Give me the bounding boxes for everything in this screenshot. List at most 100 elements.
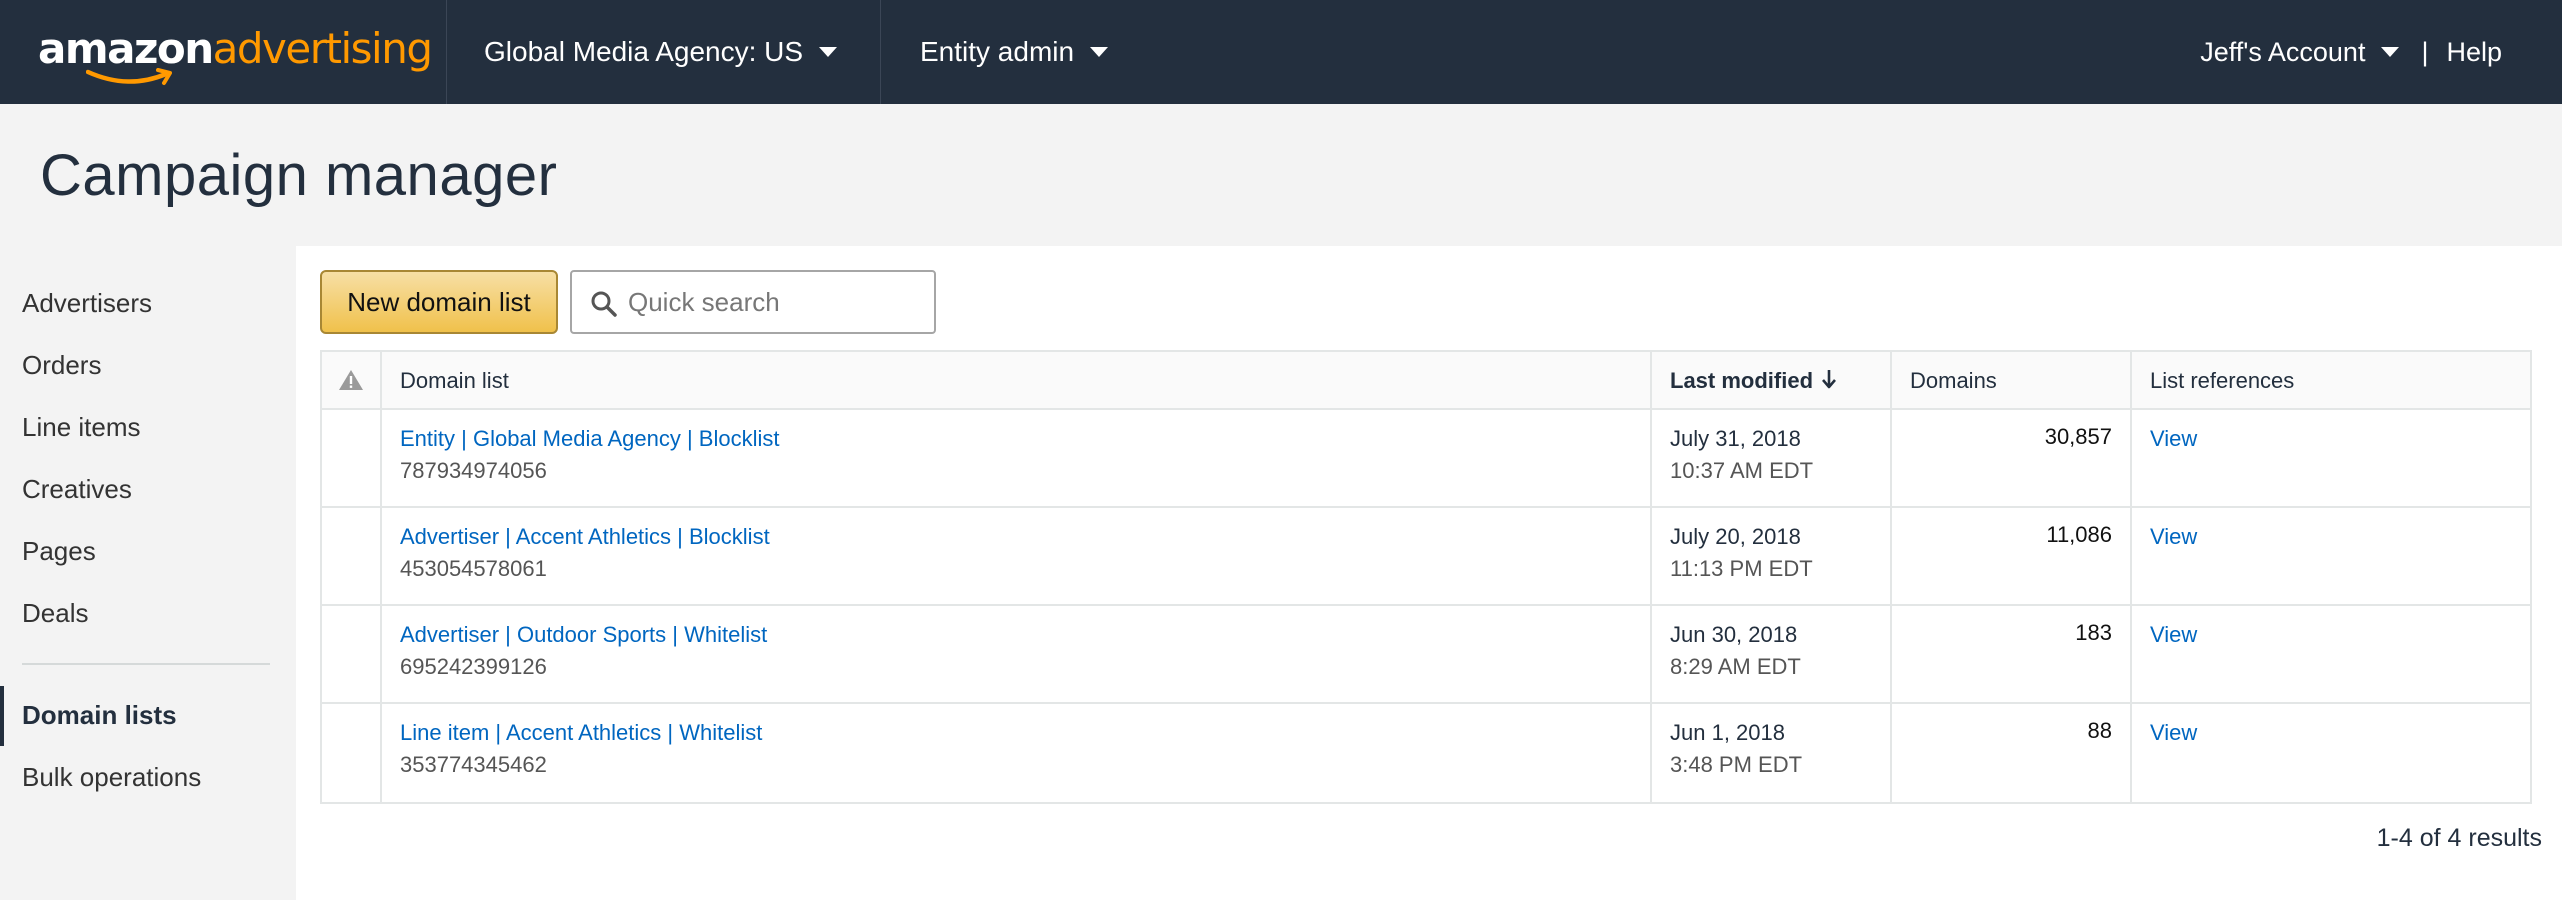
- search-icon: [591, 291, 617, 317]
- row-domains-cell: 88: [1892, 704, 2132, 802]
- modified-date: July 20, 2018: [1670, 524, 1801, 549]
- modified-date: Jun 30, 2018: [1670, 622, 1798, 647]
- row-modified-cell: Jun 30, 2018 8:29 AM EDT: [1652, 606, 1892, 702]
- table-row: Entity | Global Media Agency | Blocklist…: [322, 410, 2530, 508]
- help-link[interactable]: Help: [2446, 37, 2502, 68]
- row-modified-cell: Jun 1, 2018 3:48 PM EDT: [1652, 704, 1892, 802]
- sidebar-item-creatives[interactable]: Creatives: [22, 474, 132, 505]
- caret-down-icon: [2381, 47, 2400, 57]
- row-refs-cell: View: [2132, 704, 2532, 802]
- modified-date: Jun 1, 2018: [1670, 720, 1785, 745]
- modified-time: 10:37 AM EDT: [1670, 458, 1814, 483]
- modified-date: July 31, 2018: [1670, 426, 1801, 451]
- table-header: Domain list Last modified Domains List r…: [322, 352, 2530, 410]
- header-domain-list[interactable]: Domain list: [382, 352, 1652, 408]
- sort-descending-icon: [1822, 370, 1837, 389]
- header-list-references-label: List references: [2150, 368, 2295, 393]
- logo-word-advertising: advertising: [212, 24, 433, 73]
- row-modified-cell: July 31, 2018 10:37 AM EDT: [1652, 410, 1892, 506]
- sidebar-item-orders[interactable]: Orders: [22, 350, 101, 381]
- quick-search-box[interactable]: [570, 270, 936, 334]
- nav-divider: [446, 0, 447, 104]
- new-domain-list-button[interactable]: New domain list: [320, 270, 558, 334]
- domain-count: 183: [2075, 620, 2112, 645]
- sidebar-item-domain-lists[interactable]: Domain lists: [22, 700, 177, 731]
- row-name-cell: Line item | Accent Athletics | Whitelist…: [382, 704, 1652, 802]
- entity-admin-label: Entity admin: [920, 36, 1075, 67]
- top-nav: amazonadvertising Global Media Agency: U…: [0, 0, 2562, 104]
- agency-label: Global Media Agency: US: [484, 36, 804, 67]
- results-count: 1-4 of 4 results: [2376, 824, 2542, 852]
- amazon-smile-icon: [86, 68, 172, 85]
- row-refs-cell: View: [2132, 606, 2532, 702]
- row-warning-cell: [322, 508, 382, 604]
- caret-down-icon: [1090, 47, 1109, 57]
- row-refs-cell: View: [2132, 410, 2532, 506]
- domain-list-link[interactable]: Line item | Accent Athletics | Whitelist: [400, 720, 762, 746]
- sidebar-item-pages[interactable]: Pages: [22, 536, 96, 567]
- table-row: Advertiser | Outdoor Sports | Whitelist …: [322, 606, 2530, 704]
- nav-right: Jeff's Account | Help: [2200, 0, 2502, 104]
- quick-search-input[interactable]: [628, 282, 924, 322]
- header-domains-label: Domains: [1910, 368, 1997, 393]
- domain-lists-table: Domain list Last modified Domains List r…: [320, 350, 2532, 804]
- header-last-modified[interactable]: Last modified: [1652, 352, 1892, 408]
- sidebar-divider: [22, 663, 270, 665]
- domain-count: 88: [2087, 718, 2112, 743]
- row-name-cell: Entity | Global Media Agency | Blocklist…: [382, 410, 1652, 506]
- sidebar-item-line-items[interactable]: Line items: [22, 412, 141, 443]
- row-modified-cell: July 20, 2018 11:13 PM EDT: [1652, 508, 1892, 604]
- modified-time: 3:48 PM EDT: [1670, 752, 1803, 777]
- domain-count: 30,857: [2044, 424, 2112, 449]
- domain-list-id: 695242399126: [400, 654, 547, 679]
- sidebar-item-deals[interactable]: Deals: [22, 598, 88, 629]
- nav-pipe: |: [2421, 36, 2429, 67]
- amazon-advertising-logo[interactable]: amazonadvertising: [38, 22, 433, 85]
- header-list-references[interactable]: List references: [2132, 352, 2532, 408]
- page-header: Campaign manager: [0, 104, 2562, 246]
- modified-time: 8:29 AM EDT: [1670, 654, 1801, 679]
- caret-down-icon: [819, 47, 838, 57]
- row-warning-cell: [322, 704, 382, 802]
- view-references-link[interactable]: View: [2150, 720, 2197, 746]
- header-last-modified-label: Last modified: [1670, 368, 1837, 394]
- view-references-link[interactable]: View: [2150, 622, 2197, 648]
- domain-list-link[interactable]: Advertiser | Accent Athletics | Blocklis…: [400, 524, 770, 550]
- table-row: Line item | Accent Athletics | Whitelist…: [322, 704, 2530, 802]
- domain-list-id: 353774345462: [400, 752, 547, 777]
- row-refs-cell: View: [2132, 508, 2532, 604]
- sidebar-active-indicator: [0, 686, 4, 746]
- row-domains-cell: 11,086: [1892, 508, 2132, 604]
- warning-icon: [339, 370, 363, 390]
- domain-list-link[interactable]: Advertiser | Outdoor Sports | Whitelist: [400, 622, 767, 648]
- row-domains-cell: 183: [1892, 606, 2132, 702]
- account-label: Jeff's Account: [2200, 36, 2366, 67]
- row-warning-cell: [322, 410, 382, 506]
- row-warning-cell: [322, 606, 382, 702]
- view-references-link[interactable]: View: [2150, 426, 2197, 452]
- domain-count: 11,086: [2046, 522, 2112, 547]
- view-references-link[interactable]: View: [2150, 524, 2197, 550]
- nav-divider: [880, 0, 881, 104]
- sidebar-item-advertisers[interactable]: Advertisers: [22, 288, 152, 319]
- main-content: New domain list Domain list Last modifie…: [296, 246, 2562, 900]
- logo-wordmark: amazonadvertising: [38, 24, 433, 73]
- entity-admin-dropdown[interactable]: Entity admin: [920, 0, 1109, 104]
- agency-dropdown[interactable]: Global Media Agency: US: [484, 0, 838, 104]
- row-name-cell: Advertiser | Accent Athletics | Blocklis…: [382, 508, 1652, 604]
- row-name-cell: Advertiser | Outdoor Sports | Whitelist …: [382, 606, 1652, 702]
- page-title: Campaign manager: [40, 143, 558, 208]
- domain-list-link[interactable]: Entity | Global Media Agency | Blocklist: [400, 426, 780, 452]
- modified-time: 11:13 PM EDT: [1670, 556, 1813, 581]
- header-domain-list-label: Domain list: [400, 368, 509, 393]
- sidebar-item-bulk-operations[interactable]: Bulk operations: [22, 762, 201, 793]
- domain-list-id: 453054578061: [400, 556, 547, 581]
- row-domains-cell: 30,857: [1892, 410, 2132, 506]
- header-last-modified-text: Last modified: [1670, 368, 1814, 393]
- account-dropdown[interactable]: Jeff's Account: [2200, 36, 2400, 68]
- logo-word-amazon: amazon: [38, 24, 214, 73]
- table-row: Advertiser | Accent Athletics | Blocklis…: [322, 508, 2530, 606]
- header-warning-cell: [322, 352, 382, 408]
- header-domains[interactable]: Domains: [1892, 352, 2132, 408]
- domain-list-id: 787934974056: [400, 458, 547, 483]
